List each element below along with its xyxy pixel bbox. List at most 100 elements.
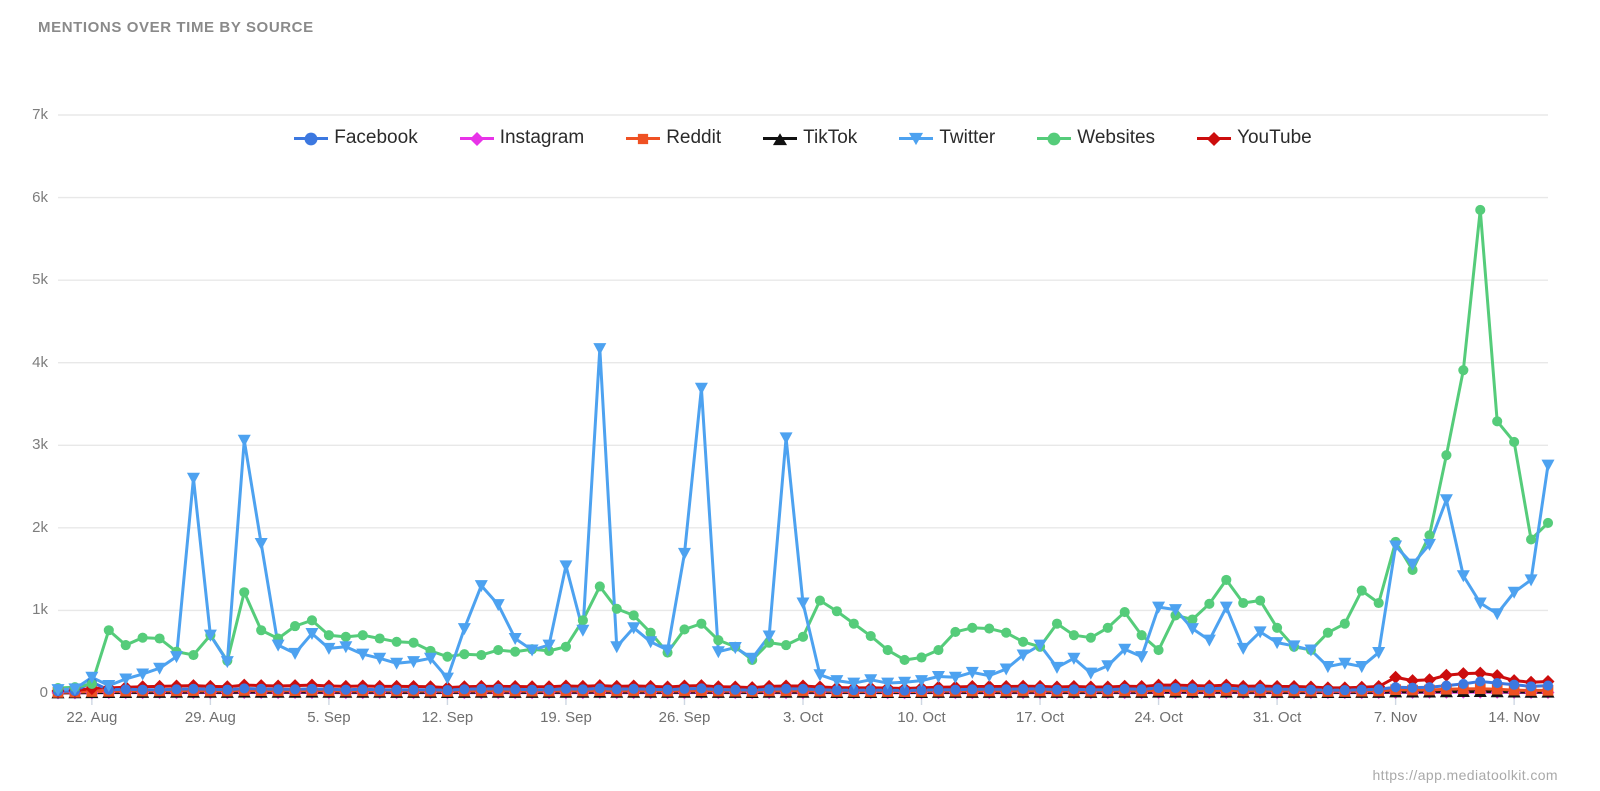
data-point-websites[interactable] <box>950 626 961 637</box>
data-point-facebook[interactable] <box>1492 678 1503 689</box>
data-point-facebook[interactable] <box>1475 676 1486 687</box>
data-point-websites[interactable] <box>391 636 402 647</box>
data-point-websites[interactable] <box>1153 645 1164 656</box>
data-point-facebook[interactable] <box>289 684 301 695</box>
data-point-websites[interactable] <box>154 633 165 644</box>
data-point-twitter[interactable] <box>644 636 658 649</box>
data-point-websites[interactable] <box>1221 574 1232 585</box>
data-point-twitter[interactable] <box>1236 642 1250 655</box>
data-point-twitter[interactable] <box>1439 494 1453 507</box>
data-point-websites[interactable] <box>1001 627 1012 638</box>
data-point-facebook[interactable] <box>154 684 165 695</box>
data-point-facebook[interactable] <box>323 684 334 695</box>
data-point-websites[interactable] <box>476 649 487 661</box>
data-point-websites[interactable] <box>814 595 825 606</box>
data-point-websites[interactable] <box>1458 365 1469 376</box>
data-point-websites[interactable] <box>1068 630 1079 641</box>
data-point-websites[interactable] <box>1492 416 1503 427</box>
data-point-websites[interactable] <box>560 641 572 652</box>
data-point-facebook[interactable] <box>239 683 250 694</box>
data-point-facebook[interactable] <box>611 684 622 695</box>
data-point-facebook[interactable] <box>1424 682 1435 693</box>
data-point-twitter[interactable] <box>1084 667 1098 680</box>
data-point-websites[interactable] <box>493 645 504 656</box>
data-point-facebook[interactable] <box>1238 684 1249 695</box>
data-point-facebook[interactable] <box>781 683 792 694</box>
data-point-websites[interactable] <box>933 645 944 656</box>
data-point-facebook[interactable] <box>1407 682 1418 693</box>
data-point-twitter[interactable] <box>694 382 708 395</box>
data-point-facebook[interactable] <box>205 684 216 695</box>
data-point-websites[interactable] <box>1018 636 1029 647</box>
data-point-websites[interactable] <box>239 587 250 598</box>
data-point-websites[interactable] <box>713 635 724 646</box>
data-point-facebook[interactable] <box>984 684 995 695</box>
data-point-facebook[interactable] <box>696 683 707 694</box>
data-point-facebook[interactable] <box>1085 684 1096 695</box>
data-point-websites[interactable] <box>1136 630 1147 641</box>
data-point-twitter[interactable] <box>576 624 590 637</box>
data-point-facebook[interactable] <box>374 684 385 695</box>
data-point-websites[interactable] <box>1356 585 1367 596</box>
data-point-websites[interactable] <box>577 615 588 626</box>
data-point-facebook[interactable] <box>1458 678 1469 689</box>
data-point-facebook[interactable] <box>1542 680 1554 691</box>
data-point-websites[interactable] <box>1187 614 1198 625</box>
data-point-facebook[interactable] <box>967 684 978 695</box>
data-point-websites[interactable] <box>781 640 792 651</box>
data-point-twitter[interactable] <box>1202 634 1216 647</box>
data-point-facebook[interactable] <box>1051 684 1063 695</box>
data-point-facebook[interactable] <box>1356 684 1367 695</box>
data-point-twitter[interactable] <box>1219 601 1233 614</box>
data-point-websites[interactable] <box>1238 597 1249 609</box>
data-point-facebook[interactable] <box>1221 682 1232 694</box>
data-point-twitter[interactable] <box>1473 597 1487 610</box>
data-point-facebook[interactable] <box>594 683 605 694</box>
data-point-websites[interactable] <box>256 625 267 636</box>
data-point-twitter[interactable] <box>1490 608 1504 621</box>
data-point-websites[interactable] <box>510 646 521 657</box>
data-point-facebook[interactable] <box>713 684 724 695</box>
data-point-websites[interactable] <box>645 627 656 638</box>
data-point-facebook[interactable] <box>865 685 876 696</box>
data-point-websites[interactable] <box>374 633 385 644</box>
data-point-twitter[interactable] <box>677 547 691 560</box>
data-point-websites[interactable] <box>594 581 605 592</box>
data-point-facebook[interactable] <box>442 685 453 696</box>
data-point-facebook[interactable] <box>340 684 351 695</box>
data-point-youtube[interactable] <box>1389 670 1403 684</box>
data-point-facebook[interactable] <box>256 683 267 694</box>
data-point-websites[interactable] <box>357 630 368 641</box>
data-point-facebook[interactable] <box>120 684 131 695</box>
data-point-websites[interactable] <box>882 645 893 656</box>
data-point-youtube[interactable] <box>1439 668 1453 682</box>
data-point-websites[interactable] <box>408 637 419 648</box>
data-point-twitter[interactable] <box>779 432 793 445</box>
data-point-websites[interactable] <box>696 618 707 629</box>
data-point-websites[interactable] <box>1085 632 1096 643</box>
data-point-facebook[interactable] <box>1339 685 1350 696</box>
data-point-facebook[interactable] <box>577 684 588 695</box>
data-point-facebook[interactable] <box>1034 683 1046 694</box>
data-point-twitter[interactable] <box>491 599 505 612</box>
data-point-websites[interactable] <box>306 615 318 626</box>
data-point-websites[interactable] <box>611 603 622 614</box>
data-point-websites[interactable] <box>797 631 809 642</box>
data-point-facebook[interactable] <box>662 684 673 695</box>
data-point-facebook[interactable] <box>459 684 470 695</box>
data-point-facebook[interactable] <box>1526 681 1537 692</box>
data-point-facebook[interactable] <box>476 683 487 694</box>
data-point-facebook[interactable] <box>1018 683 1029 694</box>
data-point-facebook[interactable] <box>1001 684 1012 695</box>
data-point-facebook[interactable] <box>1373 684 1384 695</box>
data-point-facebook[interactable] <box>391 684 402 695</box>
data-point-websites[interactable] <box>1509 436 1520 448</box>
data-point-facebook[interactable] <box>730 684 741 695</box>
data-point-facebook[interactable] <box>1170 682 1181 694</box>
data-point-websites[interactable] <box>442 651 453 662</box>
data-point-websites[interactable] <box>1102 622 1113 633</box>
data-point-facebook[interactable] <box>510 684 521 695</box>
data-point-facebook[interactable] <box>1255 683 1266 694</box>
data-point-facebook[interactable] <box>933 684 944 695</box>
data-point-facebook[interactable] <box>273 684 284 695</box>
